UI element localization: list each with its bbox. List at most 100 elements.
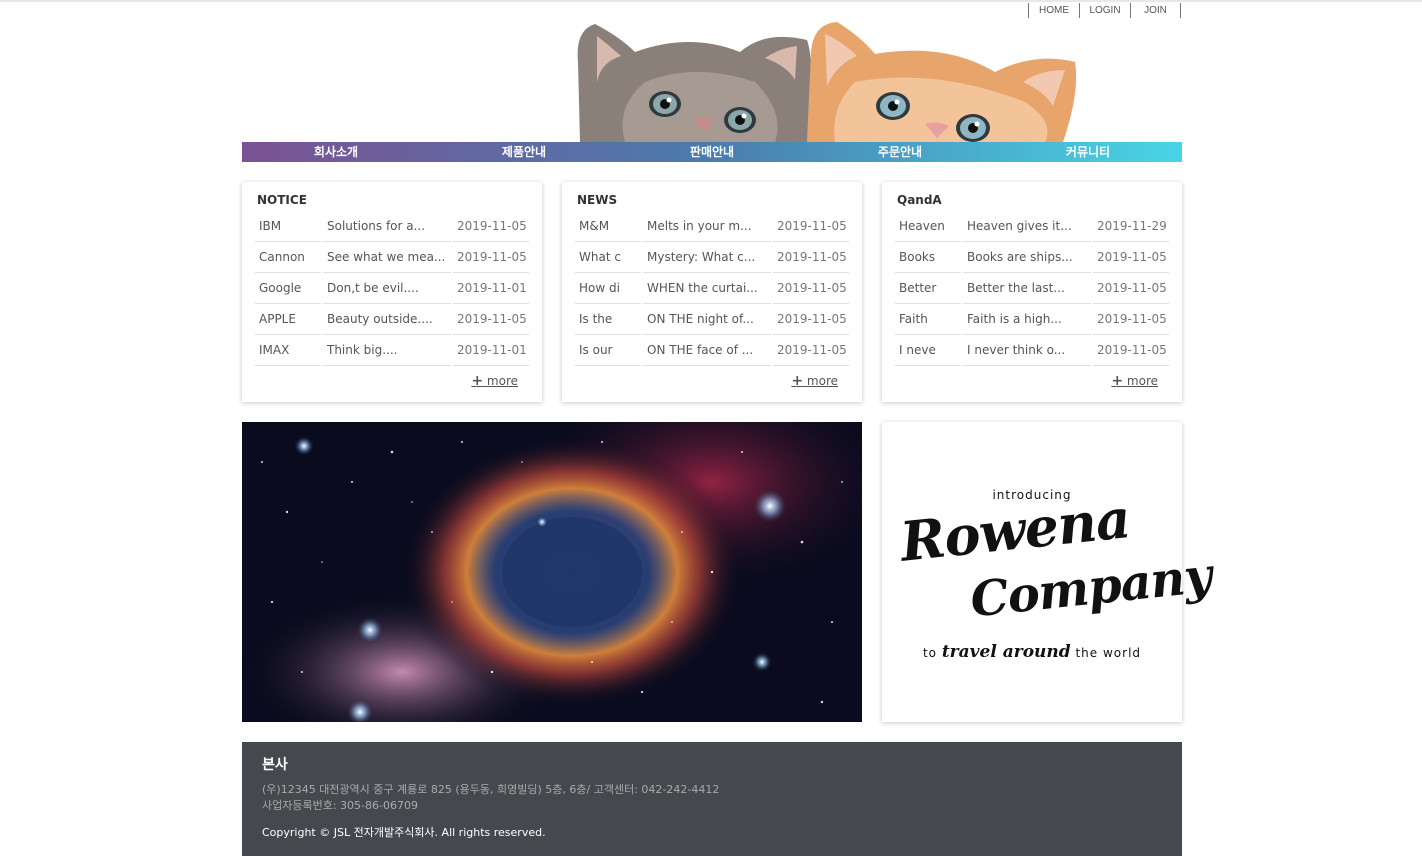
home-link[interactable]: HOME bbox=[1028, 3, 1079, 18]
row-category: Better bbox=[895, 273, 961, 304]
table-row[interactable]: IBM Solutions for a... 2019-11-05 bbox=[255, 211, 529, 242]
table-row[interactable]: M&M Melts in your m... 2019-11-05 bbox=[575, 211, 849, 242]
table-row[interactable]: How di WHEN the curtai... 2019-11-05 bbox=[575, 273, 849, 304]
table-row[interactable]: Faith Faith is a high... 2019-11-05 bbox=[895, 304, 1169, 335]
promo-tagline: to travel around the world bbox=[882, 642, 1182, 662]
orange-kitten bbox=[807, 22, 1077, 142]
row-date: 2019-11-05 bbox=[773, 304, 849, 335]
notice-more-link[interactable]: + more bbox=[471, 373, 518, 389]
table-row[interactable]: Is the ON THE night of... 2019-11-05 bbox=[575, 304, 849, 335]
row-date: 2019-11-05 bbox=[453, 242, 529, 273]
row-title[interactable]: Melts in your m... bbox=[643, 211, 771, 242]
table-row[interactable]: Better Better the last... 2019-11-05 bbox=[895, 273, 1169, 304]
row-date: 2019-11-01 bbox=[453, 273, 529, 304]
gray-kitten bbox=[577, 24, 813, 142]
notice-board: NOTICE IBM Solutions for a... 2019-11-05 C… bbox=[242, 182, 542, 402]
row-title[interactable]: I never think o... bbox=[963, 335, 1091, 366]
row-category: How di bbox=[575, 273, 641, 304]
board-title: NEWS bbox=[577, 193, 618, 207]
table-row[interactable]: Heaven Heaven gives it... 2019-11-29 bbox=[895, 211, 1169, 242]
row-title[interactable]: Don,t be evil.... bbox=[323, 273, 451, 304]
plus-icon: + bbox=[1111, 373, 1124, 389]
row-category: Heaven bbox=[895, 211, 961, 242]
row-title[interactable]: Heaven gives it... bbox=[963, 211, 1091, 242]
row-category: Is the bbox=[575, 304, 641, 335]
row-title[interactable]: Solutions for a... bbox=[323, 211, 451, 242]
table-row[interactable]: Is our ON THE face of ... 2019-11-05 bbox=[575, 335, 849, 366]
news-more-link[interactable]: + more bbox=[791, 373, 838, 389]
site-footer: 본사 (우)12345 대전광역시 중구 계룡로 825 (용두동, 희영빌딩)… bbox=[242, 742, 1182, 856]
row-date: 2019-11-05 bbox=[773, 211, 849, 242]
nav-orders[interactable]: 주문안내 bbox=[806, 142, 994, 162]
nebula-banner-image bbox=[242, 422, 862, 722]
row-title[interactable]: See what we mea... bbox=[323, 242, 451, 273]
more-label: more bbox=[806, 374, 838, 388]
row-date: 2019-11-01 bbox=[453, 335, 529, 366]
table-row[interactable]: What c Mystery: What c... 2019-11-05 bbox=[575, 242, 849, 273]
row-title[interactable]: Books are ships... bbox=[963, 242, 1091, 273]
company-promo-card: introducing Rowena Company to travel aro… bbox=[882, 422, 1214, 722]
footer-title: 본사 bbox=[262, 757, 288, 773]
row-date: 2019-11-29 bbox=[1093, 211, 1169, 242]
top-menu: HOME LOGIN JOIN bbox=[1028, 3, 1181, 18]
more-label: more bbox=[1126, 374, 1158, 388]
nav-sales[interactable]: 판매안내 bbox=[618, 142, 806, 162]
row-title[interactable]: ON THE face of ... bbox=[643, 335, 771, 366]
plus-icon: + bbox=[471, 373, 484, 389]
row-date: 2019-11-05 bbox=[1093, 335, 1169, 366]
row-date: 2019-11-05 bbox=[1093, 304, 1169, 335]
nav-products[interactable]: 제품안내 bbox=[430, 142, 618, 162]
nav-community[interactable]: 커뮤니티 bbox=[994, 142, 1182, 162]
tagline-to: to bbox=[922, 646, 937, 660]
board-table: Heaven Heaven gives it... 2019-11-29 Books… bbox=[893, 211, 1171, 366]
qanda-more-link[interactable]: + more bbox=[1111, 373, 1158, 389]
row-date: 2019-11-05 bbox=[1093, 273, 1169, 304]
row-title[interactable]: Beauty outside.... bbox=[323, 304, 451, 335]
row-date: 2019-11-05 bbox=[773, 242, 849, 273]
footer-business-number: 사업자등록번호: 305-86-06709 bbox=[262, 799, 418, 812]
table-row[interactable]: I neve I never think o... 2019-11-05 bbox=[895, 335, 1169, 366]
footer-address: (우)12345 대전광역시 중구 계룡로 825 (용두동, 희영빌딩) 5층… bbox=[262, 783, 720, 796]
main-navigation: 회사소개 제품안내 판매안내 주문안내 커뮤니티 bbox=[242, 142, 1182, 162]
tagline-travel: travel around bbox=[941, 642, 1071, 662]
row-category: Books bbox=[895, 242, 961, 273]
row-category: I neve bbox=[895, 335, 961, 366]
row-date: 2019-11-05 bbox=[773, 335, 849, 366]
row-category: M&M bbox=[575, 211, 641, 242]
row-date: 2019-11-05 bbox=[1093, 242, 1169, 273]
row-category: Is our bbox=[575, 335, 641, 366]
plus-icon: + bbox=[791, 373, 804, 389]
table-row[interactable]: Cannon See what we mea... 2019-11-05 bbox=[255, 242, 529, 273]
row-date: 2019-11-05 bbox=[453, 211, 529, 242]
table-row[interactable]: APPLE Beauty outside.... 2019-11-05 bbox=[255, 304, 529, 335]
kittens-header-image bbox=[575, 22, 1085, 142]
row-category: APPLE bbox=[255, 304, 321, 335]
row-title[interactable]: ON THE night of... bbox=[643, 304, 771, 335]
more-label: more bbox=[486, 374, 518, 388]
row-category: IMAX bbox=[255, 335, 321, 366]
row-title[interactable]: Better the last... bbox=[963, 273, 1091, 304]
news-board: NEWS M&M Melts in your m... 2019-11-05 Wha… bbox=[562, 182, 862, 402]
board-title: QandA bbox=[897, 193, 942, 207]
table-row[interactable]: IMAX Think big.... 2019-11-01 bbox=[255, 335, 529, 366]
row-date: 2019-11-05 bbox=[773, 273, 849, 304]
row-title[interactable]: WHEN the curtai... bbox=[643, 273, 771, 304]
row-category: Cannon bbox=[255, 242, 321, 273]
board-table: M&M Melts in your m... 2019-11-05 What c My… bbox=[573, 211, 851, 366]
row-category: Faith bbox=[895, 304, 961, 335]
nav-company-intro[interactable]: 회사소개 bbox=[242, 142, 430, 162]
row-title[interactable]: Mystery: What c... bbox=[643, 242, 771, 273]
row-category: Google bbox=[255, 273, 321, 304]
row-category: IBM bbox=[255, 211, 321, 242]
row-category: What c bbox=[575, 242, 641, 273]
row-title[interactable]: Faith is a high... bbox=[963, 304, 1091, 335]
table-row[interactable]: Google Don,t be evil.... 2019-11-01 bbox=[255, 273, 529, 304]
footer-copyright: Copyright © JSL 전자개발주식회사. All rights res… bbox=[262, 826, 546, 839]
join-link[interactable]: JOIN bbox=[1130, 3, 1181, 18]
login-link[interactable]: LOGIN bbox=[1079, 3, 1130, 18]
row-title[interactable]: Think big.... bbox=[323, 335, 451, 366]
top-border bbox=[0, 0, 1422, 2]
tagline-world: the world bbox=[1075, 646, 1142, 660]
row-date: 2019-11-05 bbox=[453, 304, 529, 335]
table-row[interactable]: Books Books are ships... 2019-11-05 bbox=[895, 242, 1169, 273]
